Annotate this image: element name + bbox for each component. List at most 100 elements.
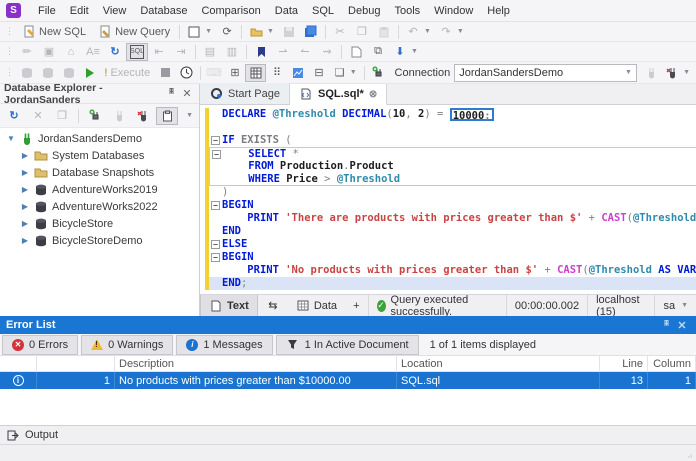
disconnect-button[interactable]: [641, 64, 662, 82]
redo-button[interactable]: ↷▼: [435, 23, 468, 41]
header-location[interactable]: Location: [397, 356, 600, 371]
tree-item-adventureworks2019[interactable]: ▶AdventureWorks2019: [0, 181, 199, 198]
error-list-row[interactable]: i1No products with prices greater than $…: [0, 372, 696, 389]
explorer-duplicate-button[interactable]: ❐: [51, 107, 73, 125]
keyboard-button[interactable]: ⌨: [203, 64, 224, 82]
new-snippet-button[interactable]: [345, 43, 367, 61]
text-view-tab[interactable]: Text: [200, 295, 258, 317]
tile-view-button[interactable]: ⠿: [266, 64, 287, 82]
copy-button[interactable]: ❐: [351, 23, 373, 41]
paste-button[interactable]: [373, 23, 395, 41]
tree-item-database-snapshots[interactable]: ▶Database Snapshots: [0, 164, 199, 181]
code-line-8[interactable]: −BEGIN: [200, 199, 696, 212]
new-sql-button[interactable]: New SQL: [16, 23, 92, 41]
window-mode-button[interactable]: ❏▼: [329, 64, 360, 82]
toolbar-grip[interactable]: ⋮: [2, 46, 16, 57]
filter-1-messages[interactable]: i1 Messages: [176, 335, 272, 355]
chevron-right-icon[interactable]: ▶: [20, 202, 30, 211]
fold-collapse-icon[interactable]: −: [211, 240, 220, 249]
case-button[interactable]: A≡: [82, 43, 104, 61]
new-document-button[interactable]: ▼: [183, 23, 216, 41]
database-tool-button-1[interactable]: [16, 64, 37, 82]
toolbar-grip[interactable]: ⋮: [2, 26, 16, 37]
save-all-button[interactable]: [300, 23, 322, 41]
code-line-4[interactable]: − SELECT *: [200, 147, 696, 160]
comment-button[interactable]: ▤: [199, 43, 221, 61]
header-column[interactable]: Column: [648, 356, 696, 371]
grid-view-button[interactable]: [245, 64, 266, 82]
code-line-1[interactable]: DECLARE @Threshold DECIMAL(10, 2) = 1000…: [200, 108, 696, 121]
sql-formatter-button[interactable]: SQL: [126, 43, 148, 61]
toolbar-grip[interactable]: ⋮: [2, 67, 16, 78]
output-tab[interactable]: Output: [0, 425, 696, 444]
open-file-button[interactable]: ▼: [245, 23, 278, 41]
filter-0-warnings[interactable]: 0 Warnings: [81, 335, 173, 355]
chart-view-button[interactable]: [287, 64, 308, 82]
explorer-clipboard-button[interactable]: [156, 107, 178, 125]
refresh-document-button[interactable]: ⟳: [216, 23, 238, 41]
code-line-6[interactable]: WHERE Price > @Threshold: [200, 173, 696, 186]
swap-views-button[interactable]: ⇆: [258, 295, 288, 317]
code-line-13[interactable]: PRINT 'No products with prices greater t…: [200, 264, 696, 277]
pin-icon[interactable]: [658, 319, 674, 332]
run-button[interactable]: [79, 64, 100, 82]
tab-sql-sql[interactable]: SQL.sql* ⊗: [290, 84, 387, 105]
code-line-7[interactable]: ): [200, 186, 696, 199]
refresh-button[interactable]: ↻: [104, 43, 126, 61]
code-line-9[interactable]: PRINT 'There are products with prices gr…: [200, 212, 696, 225]
next-bookmark-button[interactable]: ⇀: [272, 43, 294, 61]
menu-window[interactable]: Window: [427, 2, 480, 20]
menu-database[interactable]: Database: [133, 2, 194, 20]
toolbar-overflow-icon[interactable]: ▼: [683, 69, 690, 76]
close-icon[interactable]: ✕: [674, 319, 690, 332]
filter-0-errors[interactable]: ✕0 Errors: [2, 335, 78, 355]
undo-button[interactable]: ↶▼: [402, 23, 435, 41]
menu-sql[interactable]: SQL: [305, 2, 341, 20]
tree-item-bicyclestore[interactable]: ▶BicycleStore: [0, 215, 199, 232]
fold-collapse-icon[interactable]: −: [211, 253, 220, 262]
fold-collapse-icon[interactable]: −: [211, 201, 220, 210]
menu-comparison[interactable]: Comparison: [194, 2, 267, 20]
pin-icon[interactable]: [163, 87, 179, 100]
tree-item-adventureworks2022[interactable]: ▶AdventureWorks2022: [0, 198, 199, 215]
data-view-tab[interactable]: Data: [288, 295, 345, 317]
chevron-right-icon[interactable]: ▶: [20, 151, 30, 160]
close-connection-button[interactable]: [662, 64, 683, 82]
resize-grip-icon[interactable]: ⣠: [687, 449, 693, 458]
code-line-5[interactable]: FROM Production.Product: [200, 160, 696, 173]
menu-data[interactable]: Data: [268, 2, 305, 20]
close-icon[interactable]: ✕: [179, 87, 195, 100]
menu-file[interactable]: File: [31, 2, 63, 20]
tab-start-page[interactable]: Start Page: [200, 83, 290, 104]
chevron-right-icon[interactable]: ▶: [20, 168, 30, 177]
decrease-indent-button[interactable]: ⇤: [148, 43, 170, 61]
explorer-refresh-button[interactable]: ↻: [3, 107, 25, 125]
tab-close-icon[interactable]: ⊗: [369, 89, 377, 100]
debug-value-box[interactable]: 10000;: [450, 108, 494, 121]
menu-edit[interactable]: Edit: [63, 2, 96, 20]
new-query-button[interactable]: New Query: [92, 23, 176, 41]
header-icon-column[interactable]: [0, 356, 37, 371]
code-line-2[interactable]: [200, 121, 696, 134]
toggle-bookmark-button[interactable]: [250, 43, 272, 61]
new-connection-button[interactable]: [368, 64, 389, 82]
chevron-right-icon[interactable]: ▶: [20, 219, 30, 228]
tree-item-jordansandersdemo[interactable]: ▼JordanSandersDemo: [0, 130, 199, 147]
rename-button[interactable]: ✏: [16, 43, 38, 61]
explorer-toolbar-overflow-icon[interactable]: ▼: [186, 112, 193, 119]
code-line-14[interactable]: END;: [200, 277, 696, 290]
cut-button[interactable]: ✂: [329, 23, 351, 41]
clear-bookmarks-button[interactable]: ⇝: [316, 43, 338, 61]
history-button[interactable]: [176, 64, 197, 82]
chevron-down-icon[interactable]: ▼: [6, 134, 16, 143]
explorer-delete-button[interactable]: ✕: [27, 107, 49, 125]
code-line-12[interactable]: −BEGIN: [200, 251, 696, 264]
increase-indent-button[interactable]: ⇥: [170, 43, 192, 61]
menu-debug[interactable]: Debug: [341, 2, 387, 20]
menu-tools[interactable]: Tools: [387, 2, 427, 20]
code-line-10[interactable]: END: [200, 225, 696, 238]
user-selector[interactable]: sa▼: [654, 295, 696, 316]
code-line-3[interactable]: −IF EXISTS (: [200, 134, 696, 147]
database-tool-button-2[interactable]: [37, 64, 58, 82]
chevron-right-icon[interactable]: ▶: [20, 185, 30, 194]
